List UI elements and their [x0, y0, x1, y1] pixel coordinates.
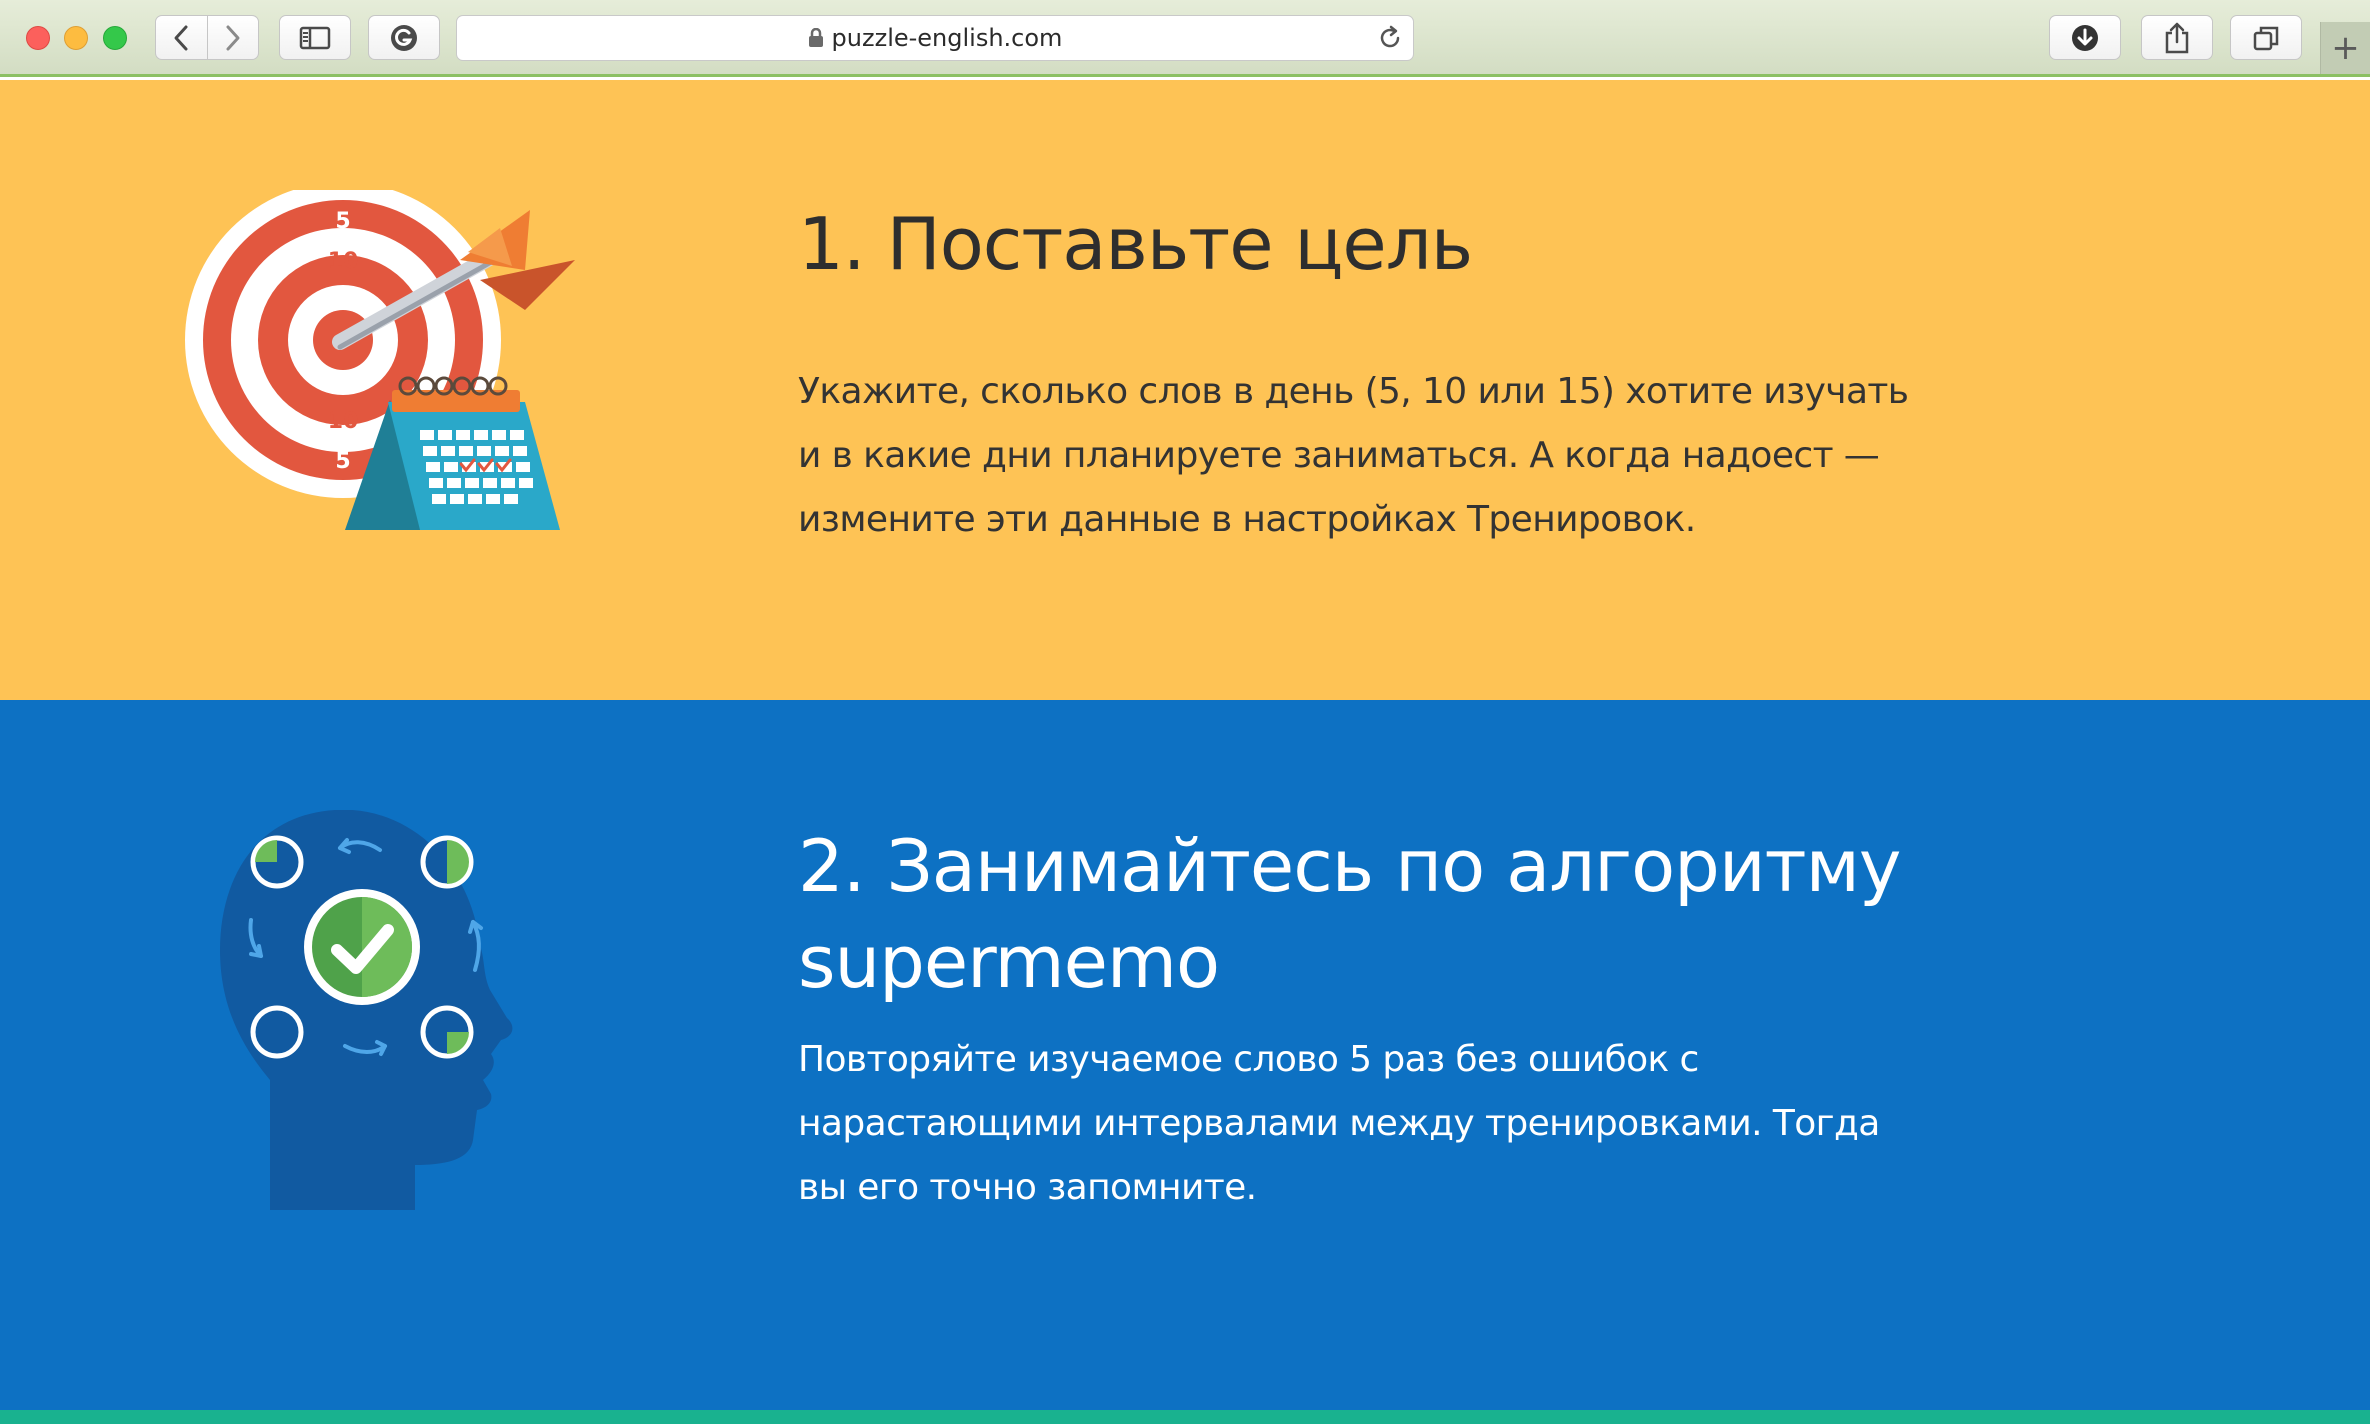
close-window-button[interactable]	[26, 26, 50, 50]
section1-text: Укажите, сколько слов в день (5, 10 или …	[798, 371, 1909, 540]
target-calendar-illustration: 5 10 15 15 10 5	[185, 190, 575, 530]
target-label: 15	[328, 369, 359, 394]
chevron-right-icon	[226, 25, 240, 50]
bottom-accent-strip	[0, 1410, 2370, 1424]
grammarly-icon	[391, 24, 417, 51]
section-supermemo: 2. Занимайтесь по алгоритму supermemo По…	[0, 700, 2370, 1410]
head-supermemo-illustration	[220, 810, 513, 1210]
target-label: 5	[335, 209, 350, 234]
download-icon	[2072, 24, 2098, 51]
section2-title: 2. Занимайтесь по алгоритму supermemo	[798, 824, 1902, 1004]
back-button[interactable]	[156, 16, 207, 59]
new-tab-button[interactable]: +	[2320, 22, 2370, 74]
forward-button[interactable]	[206, 16, 258, 59]
target-label: 15	[328, 289, 359, 314]
target-label: 5	[335, 449, 350, 474]
browser-toolbar: puzzle-english.com +	[0, 0, 2370, 77]
target-label: 10	[328, 409, 359, 434]
minimize-window-button[interactable]	[64, 26, 88, 50]
reload-icon[interactable]	[1377, 25, 1403, 51]
tabs-overview-icon	[2253, 26, 2279, 50]
address-bar[interactable]: puzzle-english.com	[456, 15, 1414, 61]
section-set-goal: 5 10 15 15 10 5 1. Поставьте цель Укажит…	[0, 80, 2370, 700]
tabs-overview-button[interactable]	[2230, 15, 2302, 60]
extension-button[interactable]	[368, 15, 440, 60]
share-button[interactable]	[2141, 15, 2213, 60]
navigation-buttons	[155, 15, 259, 60]
target-label: 10	[328, 249, 359, 274]
section1-title: 1. Поставьте цель	[798, 202, 1473, 286]
downloads-button[interactable]	[2049, 15, 2121, 60]
chevron-left-icon	[174, 25, 188, 50]
sidebar-button[interactable]	[279, 15, 351, 60]
share-icon	[2165, 22, 2189, 53]
url-text: puzzle-english.com	[831, 24, 1063, 52]
lock-icon	[808, 28, 823, 47]
zoom-window-button[interactable]	[103, 26, 127, 50]
section2-text: Повторяйте изучаемое слово 5 раз без оши…	[798, 1039, 1880, 1208]
sidebar-icon	[299, 26, 331, 49]
